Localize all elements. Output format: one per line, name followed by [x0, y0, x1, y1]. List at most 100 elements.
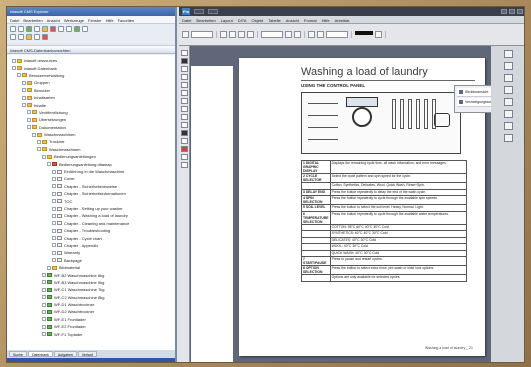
expand-toggle-icon[interactable]: [52, 206, 56, 211]
expand-toggle-icon[interactable]: [52, 184, 56, 189]
tree-node[interactable]: Warranty: [7, 249, 175, 256]
refresh-icon[interactable]: [26, 26, 32, 32]
tree-node[interactable]: WF-E2 Frontlader: [7, 323, 175, 330]
color-tool-icon[interactable]: [180, 146, 188, 152]
cms-tab[interactable]: Suche: [9, 351, 27, 357]
cms-menu-item[interactable]: Ansicht: [47, 18, 60, 23]
expand-toggle-icon[interactable]: [52, 258, 56, 263]
cms-menu-item[interactable]: Fenster: [88, 18, 102, 23]
justify-icon[interactable]: [247, 31, 254, 38]
close-icon[interactable]: [517, 9, 523, 14]
expand-toggle-icon[interactable]: [42, 317, 46, 322]
tree-node[interactable]: Inhalte: [7, 101, 175, 108]
expand-toggle-icon[interactable]: [42, 309, 46, 314]
cms-tab[interactable]: Aufgaben: [53, 351, 77, 357]
tree-node[interactable]: Benutzerverwaltung: [7, 72, 175, 79]
structure-view-icon[interactable]: [504, 50, 513, 58]
expand-toggle-icon[interactable]: [12, 58, 16, 63]
properties-icon[interactable]: [34, 34, 40, 40]
fm-menu-item[interactable]: Layout: [221, 18, 233, 23]
tree-node[interactable]: WF-F1 Toplader: [7, 330, 175, 337]
tree-node[interactable]: WF-E1 Frontlader: [7, 316, 175, 323]
expand-toggle-icon[interactable]: [52, 169, 56, 174]
expand-toggle-icon[interactable]: [32, 132, 36, 137]
tree-node[interactable]: WF-B3 Waschmaschine 9kg: [7, 279, 175, 286]
expand-toggle-icon[interactable]: [52, 213, 56, 218]
cms-menu-item[interactable]: Favoriten: [118, 18, 135, 23]
arrow-tool-icon[interactable]: [180, 58, 188, 64]
pen-tool-icon[interactable]: [180, 138, 188, 144]
align-right-icon[interactable]: [238, 31, 245, 38]
tools-icon[interactable]: [504, 134, 513, 142]
text-tool-icon[interactable]: [180, 114, 188, 120]
database-tree[interactable]: ixiasoft ressources ixiasoft Datenbank Ben…: [7, 55, 175, 350]
expand-toggle-icon[interactable]: [52, 236, 56, 241]
paragraph-format-icon[interactable]: [182, 31, 189, 38]
tree-node[interactable]: Chapter - Cycle chart: [7, 234, 175, 241]
tree-node[interactable]: TOC: [7, 197, 175, 204]
fm-menu-item[interactable]: Hilfe: [322, 18, 330, 23]
filter-icon[interactable]: [18, 34, 24, 40]
fm-menu-item[interactable]: Datei: [182, 18, 191, 23]
check-out-icon[interactable]: [82, 26, 88, 32]
frame-tool-icon[interactable]: [180, 122, 188, 128]
expand-toggle-icon[interactable]: [42, 295, 46, 300]
tree-node[interactable]: Chapter - Washing a load of laundry: [7, 212, 175, 219]
cms-menu-item[interactable]: Datei: [10, 18, 19, 23]
expand-toggle-icon[interactable]: [37, 147, 41, 152]
tree-node[interactable]: WF-D1 Waschtrockner: [7, 301, 175, 308]
lock-icon[interactable]: [42, 34, 48, 40]
tree-node[interactable]: Chapter - Setting up your washer: [7, 205, 175, 212]
expand-toggle-icon[interactable]: [42, 280, 46, 285]
new-folder-icon[interactable]: [34, 26, 40, 32]
maximize-icon[interactable]: [509, 9, 515, 14]
width-tool-icon[interactable]: [180, 162, 188, 168]
expand-toggle-icon[interactable]: [52, 176, 56, 181]
search-icon[interactable]: [10, 34, 16, 40]
conditions-icon[interactable]: [504, 122, 513, 130]
document-page[interactable]: Washing a load of laundry USING THE CONT…: [239, 58, 485, 356]
expand-toggle-icon[interactable]: [22, 88, 26, 93]
tree-node[interactable]: ixiasoft ressources: [7, 57, 175, 64]
expand-toggle-icon[interactable]: [42, 302, 46, 307]
expand-toggle-icon[interactable]: [52, 221, 56, 226]
expand-toggle-icon[interactable]: [27, 110, 31, 115]
oval-tool-icon[interactable]: [180, 82, 188, 88]
pattern-tool-icon[interactable]: [180, 154, 188, 160]
tree-node[interactable]: WF-B2 Waschmaschine 8kg: [7, 271, 175, 278]
tree-node[interactable]: Chapter - Sicherheitsinformationen: [7, 190, 175, 197]
expand-toggle-icon[interactable]: [37, 139, 41, 144]
fm-menu-item[interactable]: Objekt: [252, 18, 264, 23]
tree-node[interactable]: Cover: [7, 175, 175, 182]
freehand-tool-icon[interactable]: [180, 106, 188, 112]
align-center-icon[interactable]: [229, 31, 236, 38]
expand-toggle-icon[interactable]: [42, 154, 46, 159]
expand-toggle-icon[interactable]: [52, 243, 56, 248]
tree-node[interactable]: Waschmaschinen: [7, 131, 175, 138]
cms-menu-item[interactable]: Werkzeuge: [64, 18, 84, 23]
italic-icon[interactable]: [294, 31, 301, 38]
polygon-tool-icon[interactable]: [180, 90, 188, 96]
expand-toggle-icon[interactable]: [52, 250, 56, 255]
expand-toggle-icon[interactable]: [22, 103, 26, 108]
expand-toggle-icon[interactable]: [27, 117, 31, 122]
workspace-switcher[interactable]: [194, 9, 204, 14]
expand-toggle-icon[interactable]: [52, 191, 56, 196]
expand-toggle-icon[interactable]: [52, 228, 56, 233]
fm-menu-item[interactable]: Bearbeiten: [196, 18, 215, 23]
tree-node[interactable]: Backpage: [7, 257, 175, 264]
open-icon[interactable]: [26, 34, 32, 40]
attributes-icon[interactable]: [504, 62, 513, 70]
expand-toggle-icon[interactable]: [12, 66, 16, 71]
expand-toggle-icon[interactable]: [47, 265, 51, 270]
folder-icon[interactable]: [42, 26, 48, 32]
tree-node[interactable]: Trockner: [7, 138, 175, 145]
bold-icon[interactable]: [285, 31, 292, 38]
fm-menu-item[interactable]: Tabelle: [268, 18, 281, 23]
fm-menu-item[interactable]: Arbeitsb.: [335, 18, 351, 23]
expand-toggle-icon[interactable]: [52, 199, 56, 204]
expand-toggle-icon[interactable]: [42, 332, 46, 337]
tree-node[interactable]: Bedienungsanleitungen: [7, 153, 175, 160]
fm-menu-item[interactable]: DITA: [238, 18, 247, 23]
tree-node[interactable]: WF-D2 Waschtrockner: [7, 308, 175, 315]
